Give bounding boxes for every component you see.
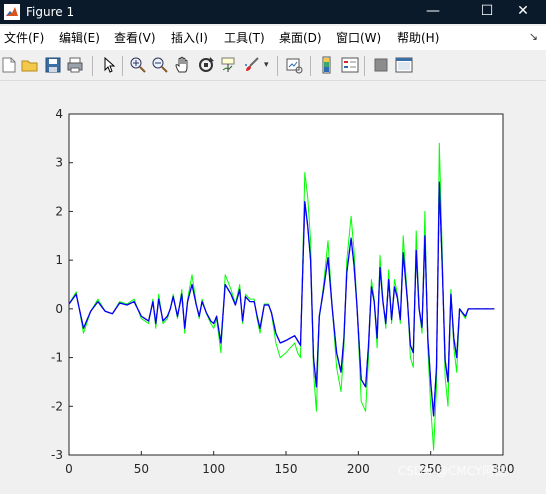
menu-view[interactable]: 查看(V) (114, 31, 156, 45)
brush-dropdown-icon[interactable]: ▾ (264, 56, 272, 74)
menu-bar: 文件(F) 编辑(E) 查看(V) 插入(I) 工具(T) 桌面(D) 窗口(W… (0, 26, 546, 50)
window-title-bar: Figure 1 — ☐ ✕ (0, 0, 546, 24)
menu-tools[interactable]: 工具(T) (224, 31, 265, 45)
open-file-icon[interactable] (21, 56, 39, 74)
zoom-in-icon[interactable] (129, 56, 147, 74)
x-tick-label: 100 (202, 462, 225, 476)
toolbar-separator (364, 56, 365, 76)
select-arrow-icon[interactable] (100, 56, 118, 74)
menu-help[interactable]: 帮助(H) (397, 31, 439, 45)
matlab-logo-icon (4, 4, 20, 20)
x-tick-label: 200 (347, 462, 370, 476)
y-tick-label: 4 (55, 107, 63, 121)
show-plot-tools-icon[interactable] (395, 56, 413, 74)
print-icon[interactable] (66, 56, 84, 74)
line-plot[interactable]: 0 50 100 150 200 250 300-3-2-101234 (0, 81, 546, 490)
pan-hand-icon[interactable] (174, 56, 192, 74)
menu-edit[interactable]: 编辑(E) (59, 31, 100, 45)
toolbar-separator (277, 56, 278, 76)
legend-icon[interactable] (341, 56, 359, 74)
menu-insert[interactable]: 插入(I) (171, 31, 208, 45)
colorbar-icon[interactable] (318, 56, 336, 74)
dock-arrow-icon[interactable]: ↘ (529, 30, 538, 43)
x-tick-label: 150 (275, 462, 298, 476)
data-cursor-icon[interactable] (220, 56, 238, 74)
toolbar-separator (122, 56, 123, 76)
y-tick-label: 0 (55, 302, 63, 316)
y-tick-label: -1 (51, 351, 63, 365)
y-tick-label: -2 (51, 399, 63, 413)
watermark-text: CSDN @CMCY阿探 (398, 464, 507, 478)
x-tick-label: 50 (134, 462, 149, 476)
toolbar-separator (310, 56, 311, 76)
y-tick-label: 1 (55, 253, 63, 267)
menu-window[interactable]: 窗口(W) (336, 31, 381, 45)
minimize-button[interactable]: — (410, 0, 456, 24)
zoom-out-icon[interactable] (151, 56, 169, 74)
y-tick-label: 3 (55, 156, 63, 170)
close-button[interactable]: ✕ (500, 0, 546, 24)
window-title: Figure 1 (26, 5, 75, 19)
brush-icon[interactable] (243, 56, 261, 74)
link-plot-icon[interactable] (285, 56, 303, 74)
y-tick-label: -3 (51, 448, 63, 462)
figure-toolbar: ▾ (0, 52, 546, 81)
menu-desktop[interactable]: 桌面(D) (279, 31, 322, 45)
figure-area: 0 50 100 150 200 250 300 -3 -2 -1 0 1 2 3 4 (0, 81, 546, 490)
x-tick-label: 0 (65, 462, 73, 476)
new-figure-icon[interactable] (0, 56, 18, 74)
hide-plot-tools-icon[interactable] (372, 56, 390, 74)
y-tick-label: 2 (55, 204, 63, 218)
menu-file[interactable]: 文件(F) (4, 31, 44, 45)
rotate-3d-icon[interactable] (197, 56, 215, 74)
toolbar-separator (92, 56, 93, 76)
save-icon[interactable] (44, 56, 62, 74)
